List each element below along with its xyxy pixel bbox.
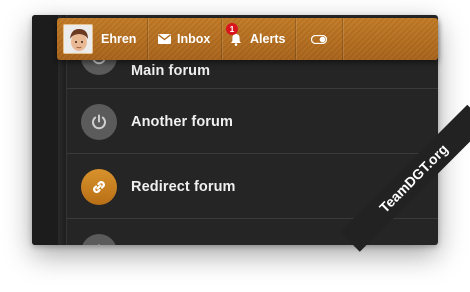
forum-title[interactable]: Another forum — [131, 114, 233, 130]
alerts-label[interactable]: Alerts — [250, 32, 285, 46]
user-navbar: Ehren Inbox Alerts 1 — [57, 18, 438, 60]
envelope-icon — [158, 34, 171, 44]
user-avatar[interactable] — [63, 24, 93, 54]
forum-row-another[interactable]: Another forum — [67, 90, 438, 154]
nav-divider — [342, 18, 343, 60]
inbox-link[interactable]: Inbox — [158, 18, 210, 60]
nav-divider — [221, 18, 222, 60]
toggle-icon — [311, 34, 327, 44]
forum-title[interactable]: Main forum — [131, 63, 210, 79]
power-icon — [81, 234, 117, 245]
link-icon — [81, 168, 117, 205]
user-name[interactable]: Ehren — [101, 32, 136, 46]
style-toggle[interactable] — [311, 18, 327, 60]
alerts-link[interactable]: Alerts — [230, 18, 285, 60]
inbox-label[interactable]: Inbox — [177, 32, 210, 46]
forum-title[interactable]: Redirect forum — [131, 179, 236, 195]
user-menu[interactable]: Ehren — [63, 18, 136, 60]
nav-divider — [147, 18, 148, 60]
power-icon — [81, 103, 117, 140]
alerts-badge: 1 — [226, 23, 238, 35]
sidebar-strip — [32, 15, 60, 245]
nav-divider — [295, 18, 296, 60]
